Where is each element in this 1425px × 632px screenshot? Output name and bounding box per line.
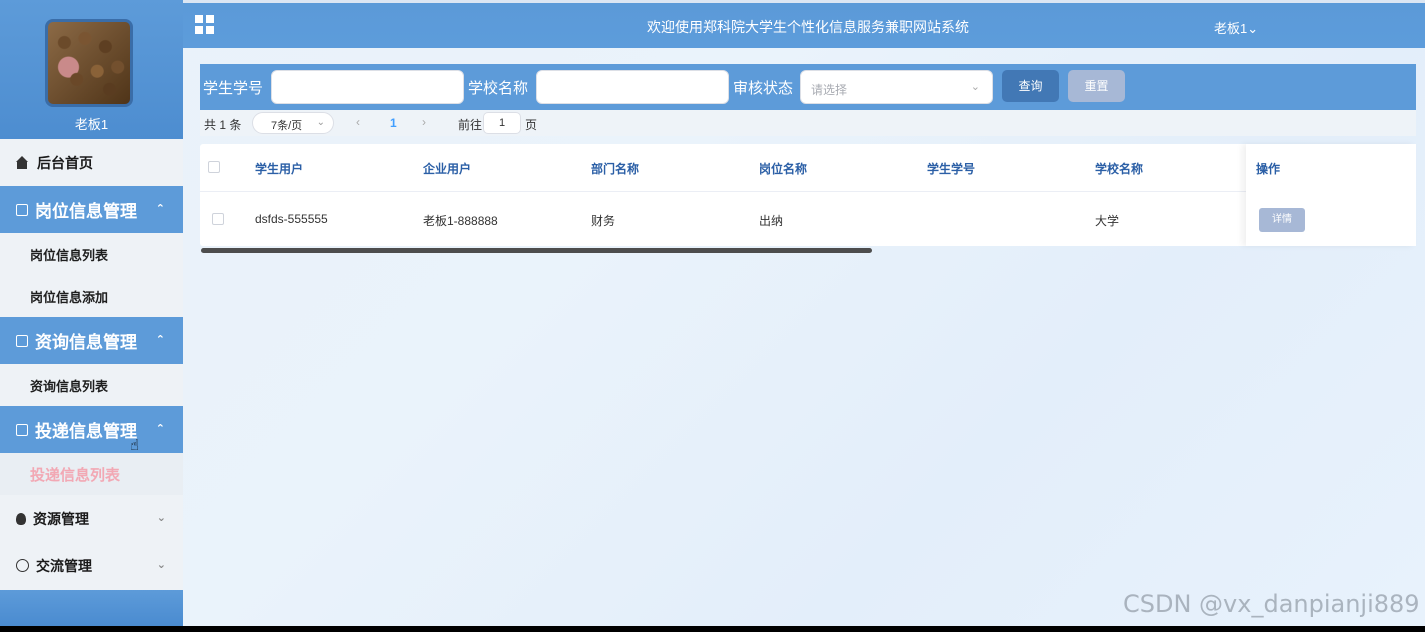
column-header[interactable]: 学校名称: [1095, 160, 1143, 177]
chevron-up-icon: ⌃: [155, 334, 165, 346]
sidebar-group-label: 投递信息管理: [35, 422, 137, 441]
sidebar-footer: [0, 590, 183, 626]
page-size-select[interactable]: 7条/页 ⌄: [252, 112, 334, 134]
chevron-down-icon: ⌄: [316, 117, 325, 128]
profile-panel: 老板1: [0, 0, 183, 139]
status-label: 审核状态: [733, 80, 794, 97]
column-header[interactable]: 企业用户: [423, 160, 471, 177]
detail-button[interactable]: 详情: [1259, 208, 1305, 232]
sidebar-group-label: 交流管理: [36, 557, 92, 574]
sidebar-group-label: 资源管理: [33, 510, 89, 527]
app-root: 老板1 后台首页 岗位信息管理 ⌃ 岗位信息列表 岗位信息添加 资询信息管理 ⌃…: [0, 0, 1425, 626]
page-size-value: 7条/页: [271, 120, 303, 132]
data-table: 学生用户 企业用户 部门名称 岗位名称 学生学号 学校名称 dsfds-5555…: [200, 144, 1416, 246]
user-menu-label: 老板1: [1214, 21, 1248, 36]
sidebar-group-jobs[interactable]: 岗位信息管理 ⌃: [0, 186, 183, 233]
avatar[interactable]: [45, 19, 133, 107]
column-header[interactable]: 学生学号: [927, 160, 975, 177]
cell-school: 大学: [1095, 214, 1120, 228]
student-no-label: 学生学号: [203, 80, 264, 97]
pagination-total: 共 1 条: [204, 118, 242, 132]
next-page-button[interactable]: ›: [422, 115, 426, 129]
top-header: 欢迎使用郑科院大学生个性化信息服务兼职网站系统 老板1⌄: [183, 0, 1425, 48]
chevron-up-icon: ⌃: [155, 203, 165, 215]
home-icon: [16, 155, 30, 170]
sidebar-item-label: 后台首页: [37, 154, 93, 171]
cell-student-user: dsfds-555555: [255, 212, 328, 226]
actions-column: 操作 详情: [1246, 144, 1416, 246]
query-button[interactable]: 查询: [1002, 70, 1059, 102]
reset-button[interactable]: 重置: [1068, 70, 1125, 102]
page-title: 欢迎使用郑科院大学生个性化信息服务兼职网站系统: [647, 19, 969, 35]
chevron-down-icon: ⌄: [970, 81, 980, 93]
sidebar-item-consult-list[interactable]: 资询信息列表: [0, 364, 183, 406]
page-unit-label: 页: [525, 118, 538, 132]
user-menu[interactable]: 老板1⌄: [1214, 18, 1258, 37]
goto-label: 前往: [458, 118, 483, 132]
bulb-icon: [16, 512, 26, 525]
chevron-down-icon: ⌄: [156, 512, 166, 524]
status-placeholder: 请选择: [811, 83, 848, 97]
grid-icon[interactable]: [195, 15, 214, 34]
sidebar-group-label: 岗位信息管理: [35, 202, 137, 221]
school-label: 学校名称: [468, 80, 529, 97]
cell-position: 出纳: [759, 214, 784, 228]
sidebar-group-chat[interactable]: 交流管理 ⌄: [0, 542, 183, 589]
cell-department: 财务: [591, 214, 616, 228]
profile-name: 老板1: [74, 117, 109, 132]
sidebar-item-job-add[interactable]: 岗位信息添加: [0, 275, 183, 317]
edit-icon: [16, 334, 28, 347]
sidebar-group-consult[interactable]: 资询信息管理 ⌃: [0, 317, 183, 364]
chat-icon: [16, 559, 29, 572]
table-header: 学生用户 企业用户 部门名称 岗位名称 学生学号 学校名称: [200, 144, 1416, 192]
edit-icon: [16, 203, 28, 216]
pagination: 共 1 条 7条/页 ⌄ ‹ 1 › 前往 1 页: [200, 110, 1416, 136]
column-header[interactable]: 学生用户: [255, 160, 303, 177]
column-header: 操作: [1256, 162, 1281, 176]
prev-page-button[interactable]: ‹: [356, 115, 360, 129]
school-input[interactable]: [536, 70, 729, 104]
sidebar-item-job-list[interactable]: 岗位信息列表: [0, 233, 183, 275]
select-all-checkbox[interactable]: [208, 161, 220, 173]
table-row[interactable]: dsfds-555555 老板1-888888 财务 出纳 大学: [200, 193, 1416, 246]
column-header[interactable]: 部门名称: [591, 160, 639, 177]
watermark: CSDN @vx_danpianji889: [1123, 590, 1420, 618]
horizontal-scrollbar[interactable]: [201, 248, 872, 253]
cell-company-user: 老板1-888888: [423, 214, 498, 228]
column-header[interactable]: 岗位名称: [759, 160, 807, 177]
hand-cursor-icon: ☝: [130, 437, 140, 454]
search-panel: 学生学号 学校名称 审核状态 请选择 ⌄ 查询 重置: [200, 64, 1416, 110]
goto-page-input[interactable]: 1: [483, 112, 521, 134]
sidebar: 老板1 后台首页 岗位信息管理 ⌃ 岗位信息列表 岗位信息添加 资询信息管理 ⌃…: [0, 0, 183, 626]
sidebar-item-delivery-list[interactable]: 投递信息列表: [0, 453, 183, 495]
chevron-down-icon: ⌄: [1247, 21, 1259, 36]
sidebar-group-resources[interactable]: 资源管理 ⌄: [0, 495, 183, 542]
status-select[interactable]: 请选择 ⌄: [800, 70, 993, 104]
sidebar-group-label: 资询信息管理: [35, 333, 137, 352]
chevron-down-icon: ⌄: [156, 559, 166, 571]
sidebar-item-home[interactable]: 后台首页: [0, 139, 183, 186]
chevron-up-icon: ⌃: [155, 423, 165, 435]
current-page[interactable]: 1: [390, 116, 397, 130]
edit-icon: [16, 423, 28, 436]
student-no-input[interactable]: [271, 70, 464, 104]
row-checkbox[interactable]: [212, 213, 224, 225]
sidebar-group-delivery[interactable]: 投递信息管理 ⌃: [0, 406, 183, 453]
